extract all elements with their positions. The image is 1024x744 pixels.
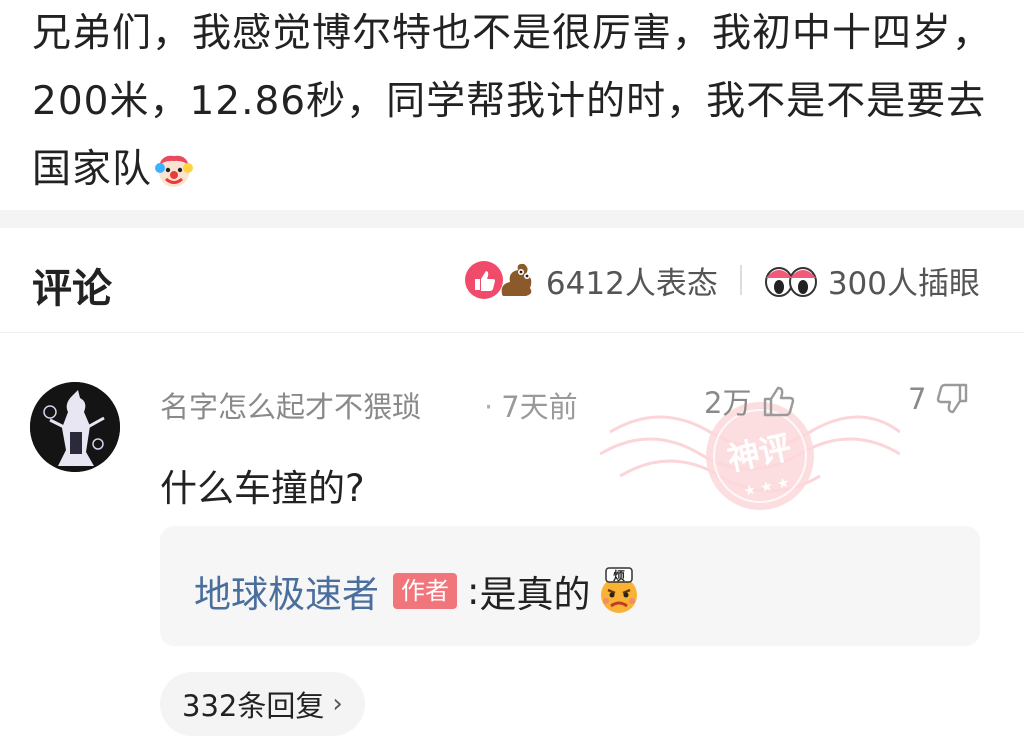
comment-text: 什么车撞的? [160,467,365,510]
comment-item: 名字怎么起才不猥琐 · 7天前 神评 ★ ★ ★ 2万 7 什么车撞的? 地球极速… [0,332,1024,744]
author-badge: 作者 [393,573,457,609]
reply-colon: : [467,569,480,613]
clown-face-icon [154,144,194,187]
post-body: 兄弟们，我感觉博尔特也不是很厉害，我初中十四岁，200米，12.86秒，同学帮我… [32,0,992,204]
emoji-caption: 烦 [613,569,625,583]
comment-username[interactable]: 名字怎么起才不猥琐 [160,384,421,426]
peeking-eyes-icon [764,262,818,298]
reaction-count: 6412人表态 [545,265,718,302]
section-divider [0,210,1024,228]
reply-text: 是真的 [479,573,591,616]
comments-title: 评论 [32,266,112,312]
peek-count: 300人插眼 [827,265,980,302]
avatar[interactable] [30,382,120,472]
time-separator: · [484,390,494,424]
reply-preview[interactable]: 地球极速者 作者 : 是真的 烦 [160,526,980,646]
chevron-right-icon: › [332,689,343,719]
replies-count: 332条回复 [182,689,325,723]
dislike-count: 7 [908,382,927,416]
comments-header: 评论 6412人表态 300人插眼 [0,228,1024,333]
like-button[interactable]: 2万 [704,380,797,422]
comment-time: · 7天前 [484,384,578,426]
reply-line: 地球极速者 作者 : 是真的 烦 [194,564,644,618]
dislike-button[interactable]: 7 [908,380,972,418]
view-replies-button[interactable]: 332条回复 › [160,672,365,736]
reactions-divider [739,265,742,295]
annoyed-face-icon: 烦 [594,566,644,616]
like-count: 2万 [704,386,752,420]
poop-emoji-icon [496,260,536,300]
comment-time-text: 7天前 [501,390,578,424]
thumbs-down-outline-icon [937,383,968,414]
reactions-summary[interactable]: 6412人表态 300人插眼 [464,258,980,302]
thumbs-up-outline-icon [764,386,795,417]
reply-author[interactable]: 地球极速者 [194,564,379,618]
